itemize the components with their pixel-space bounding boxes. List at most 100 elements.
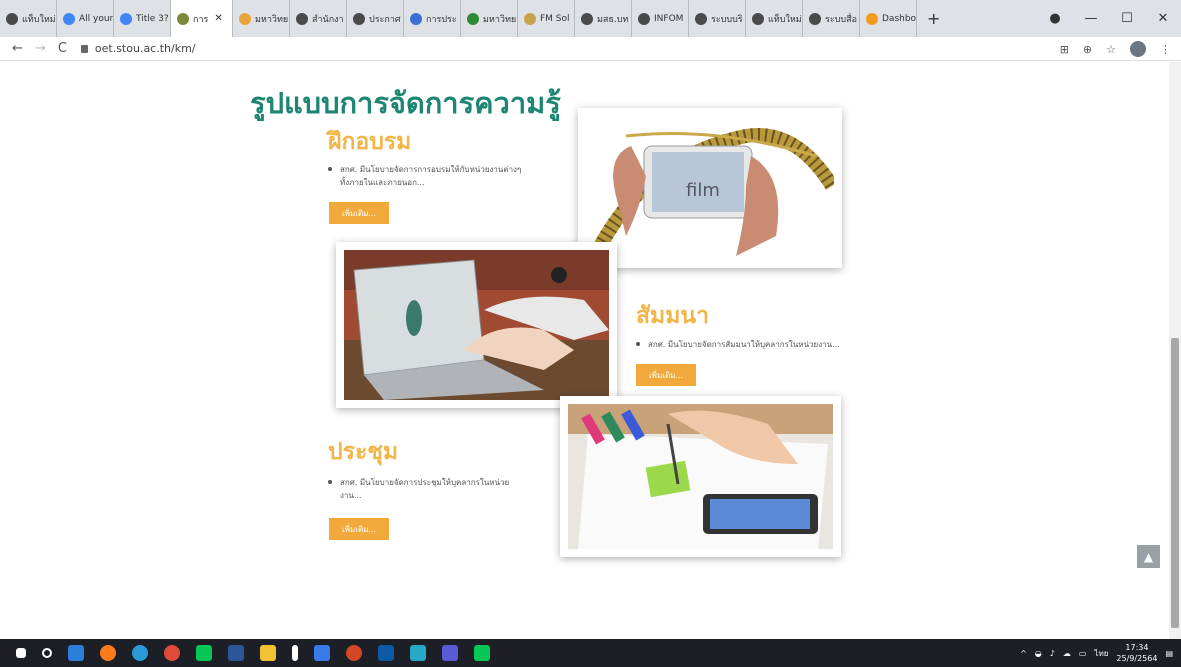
network-icon[interactable]: ◒	[1035, 649, 1042, 658]
zoom-app-icon[interactable]	[314, 645, 330, 661]
scrollbar-thumb[interactable]	[1171, 338, 1179, 628]
tab-favicon-icon	[177, 12, 189, 25]
clock[interactable]: 17:34 25/9/2564	[1116, 642, 1157, 664]
tab-close-icon[interactable]: ✕	[214, 13, 222, 24]
window-controls: ● — ☐ ✕	[1037, 0, 1181, 37]
teams-icon[interactable]	[442, 645, 458, 661]
screen-capture-icon[interactable]	[410, 645, 426, 661]
tab-label: สำนักงา	[312, 14, 344, 25]
notification-icon[interactable]: ▤	[1165, 649, 1173, 658]
language-indicator[interactable]: ไทย	[1094, 647, 1108, 660]
forward-icon[interactable]: →	[35, 41, 46, 56]
line-icon[interactable]	[196, 645, 212, 661]
browser-tab[interactable]: แท็บใหม่	[746, 0, 803, 37]
browser-tab[interactable]: Title 3?	[114, 0, 171, 37]
tab-favicon-icon	[809, 12, 821, 25]
section-bullet-training: สกศ. มีนโยบายจัดการการอบรมให้กับหน่วยงาน…	[328, 163, 528, 189]
minimize-button[interactable]: —	[1073, 11, 1109, 26]
tab-favicon-icon	[467, 12, 479, 25]
back-to-top-button[interactable]: ▲	[1137, 545, 1160, 568]
tab-label: All your	[79, 13, 114, 24]
more-button-seminar[interactable]: เพิ่มเติม...	[636, 364, 696, 386]
maximize-button[interactable]: ☐	[1109, 11, 1145, 26]
media-icon[interactable]	[378, 645, 394, 661]
browser-tab[interactable]: มหาวิทย	[461, 0, 518, 37]
page-content: รูปแบบการจัดการความรู้ ฝึกอบรม สกศ. มีนโ…	[0, 62, 1169, 639]
start-icon[interactable]	[16, 648, 26, 658]
powerpoint-icon[interactable]	[346, 645, 362, 661]
browser-tab[interactable]: INFOM	[632, 0, 689, 37]
address-bar: ← → C oet.stou.ac.th/km/ ⊞ ⊕ ☆ ⋮	[0, 37, 1181, 61]
system-tray: ^ ◒ ♪ ☁ ▭ ไทย 17:34 25/9/2564 ▤	[1020, 639, 1173, 667]
mail-icon[interactable]	[68, 645, 84, 661]
tab-favicon-icon	[524, 12, 536, 25]
page-title: รูปแบบการจัดการความรู้	[250, 86, 561, 120]
lightning-app-icon[interactable]	[292, 645, 298, 661]
browser-tab[interactable]: All your	[57, 0, 114, 37]
tab-label: ระบบสื่อ	[825, 14, 857, 25]
tab-favicon-icon	[752, 12, 764, 25]
reload-icon[interactable]: C	[58, 41, 67, 56]
tab-label: ระบบบริ	[711, 14, 743, 25]
photo-film: film	[578, 108, 842, 268]
browser-tab[interactable]: มหาวิทย	[233, 0, 290, 37]
laptop-illustration	[344, 250, 609, 400]
tab-label: Title 3?	[136, 13, 169, 24]
section-title-training: ฝึกอบรม	[328, 129, 412, 155]
chrome-icon[interactable]	[164, 645, 180, 661]
search-icon[interactable]	[42, 648, 52, 658]
translate-icon[interactable]: ⊞	[1060, 43, 1069, 56]
tab-label: ประกาศ	[369, 14, 401, 25]
browser-tab[interactable]: การประ	[404, 0, 461, 37]
tab-favicon-icon	[296, 12, 308, 25]
browser-tab[interactable]: ประกาศ	[347, 0, 404, 37]
word-icon[interactable]	[228, 645, 244, 661]
onedrive-icon[interactable]: ☁	[1063, 649, 1071, 658]
chevron-up-icon[interactable]: ^	[1020, 649, 1027, 658]
film-phone-illustration: film	[586, 116, 834, 260]
tab-label: มสธ.บท	[597, 14, 629, 25]
profile-icon[interactable]: ●	[1037, 11, 1073, 26]
tab-strip: แท็บใหม่ All your Title 3? การ ✕ มหาวิทย สำนัก…	[0, 0, 1181, 37]
more-button-training[interactable]: เพิ่มเติม...	[329, 202, 389, 224]
browser-tab[interactable]: มสธ.บท	[575, 0, 632, 37]
tab-favicon-icon	[695, 12, 707, 25]
tab-label: มหาวิทย	[255, 14, 289, 25]
avatar[interactable]	[1130, 41, 1146, 57]
browser-tab[interactable]: ระบบสื่อ	[803, 0, 860, 37]
zoom-icon[interactable]: ⊕	[1083, 43, 1092, 56]
tab-label: การ	[193, 14, 209, 25]
tab-favicon-icon	[353, 12, 365, 25]
edge-icon[interactable]	[132, 645, 148, 661]
volume-icon[interactable]: ♪	[1050, 649, 1055, 658]
film-text: film	[686, 180, 720, 201]
browser-tab[interactable]: Dashbo	[860, 0, 917, 37]
browser-tab[interactable]: แท็บใหม่	[0, 0, 57, 37]
url-field[interactable]: oet.stou.ac.th/km/	[80, 42, 196, 55]
browser-tab[interactable]: สำนักงา	[290, 0, 347, 37]
back-icon[interactable]: ←	[12, 41, 23, 56]
menu-icon[interactable]: ⋮	[1160, 43, 1171, 56]
tab-label: FM Sol	[540, 13, 570, 24]
keyboard-icon[interactable]: ▭	[1079, 649, 1087, 658]
tab-label: INFOM	[654, 13, 684, 24]
line-2-icon[interactable]	[474, 645, 490, 661]
bookmark-star-icon[interactable]: ☆	[1106, 43, 1116, 56]
tab-label: การประ	[426, 14, 457, 25]
photo-sketch	[560, 396, 841, 557]
tab-favicon-icon	[638, 12, 650, 25]
sketch-illustration	[568, 404, 833, 549]
close-window-button[interactable]: ✕	[1145, 11, 1181, 26]
firefox-icon[interactable]	[100, 645, 116, 661]
more-button-meeting[interactable]: เพิ่มเติม...	[329, 518, 389, 540]
section-title-seminar: สัมมนา	[636, 303, 709, 329]
file-explorer-icon[interactable]	[260, 645, 276, 661]
browser-tab[interactable]: ระบบบริ	[689, 0, 746, 37]
new-tab-button[interactable]: +	[917, 9, 950, 28]
tab-favicon-icon	[866, 12, 878, 25]
clock-time: 17:34	[1125, 643, 1149, 652]
browser-tab[interactable]: การ ✕	[171, 0, 233, 37]
section-title-meeting: ประชุม	[328, 439, 399, 465]
tab-favicon-icon	[6, 12, 18, 25]
browser-tab[interactable]: FM Sol	[518, 0, 575, 37]
